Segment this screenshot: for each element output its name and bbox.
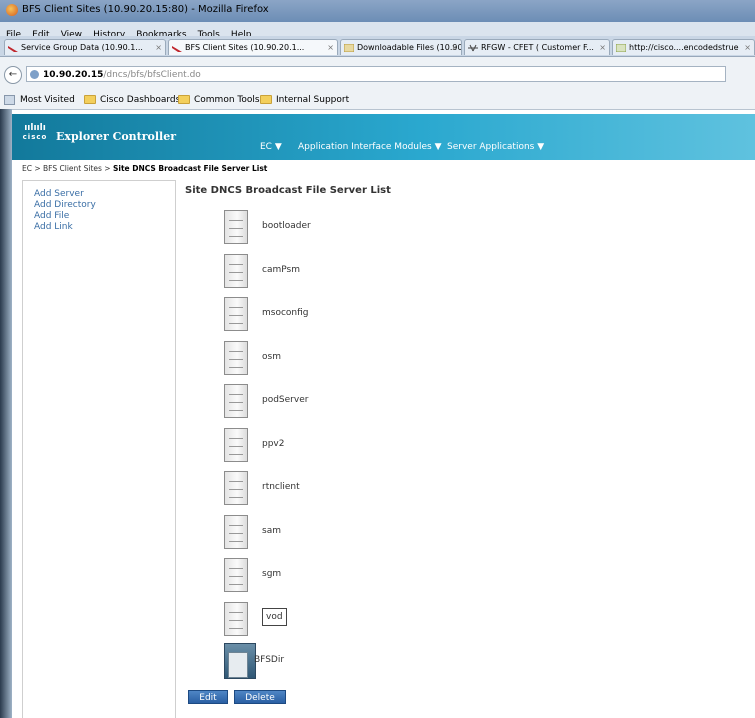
- bookmarks-bar: Most Visited Cisco Dashboards Common Too…: [0, 91, 755, 110]
- bookmark-cisco-dashboards[interactable]: Cisco Dashboards: [84, 94, 180, 106]
- tab-close-icon[interactable]: ×: [155, 40, 162, 55]
- server-icon: [224, 602, 248, 636]
- url-path: /dncs/bfs/bfsClient.do: [103, 70, 201, 80]
- address-bar[interactable]: 10.90.20.15/dncs/bfs/bfsClient.do: [26, 66, 726, 82]
- tab-rfgw-cfet[interactable]: RFGW - CFET ( Customer F... ×: [464, 39, 610, 55]
- cisco-tab-icon: [172, 46, 182, 52]
- tab-bfs-client-sites[interactable]: BFS Client Sites (10.90.20.1... ×: [168, 39, 338, 55]
- page-tab-icon: [616, 44, 626, 52]
- folder-icon: [260, 95, 272, 104]
- tab-close-icon[interactable]: ×: [327, 40, 334, 55]
- url-host: 10.90.20.15: [43, 70, 104, 80]
- server-icon: [224, 558, 248, 592]
- cisco-bars-icon: ıılıılı: [24, 123, 46, 133]
- page-tab-icon: [344, 44, 354, 52]
- server-name: sam: [262, 526, 281, 536]
- firefox-icon: [6, 4, 18, 16]
- server-icon: [224, 297, 248, 331]
- server-icon: [224, 210, 248, 244]
- folder-icon: [84, 95, 96, 104]
- title-bar: BFS Client Sites (10.90.20.15:80) - Mozi…: [0, 0, 755, 22]
- server-icon: [224, 471, 248, 505]
- breadcrumb: EC > BFS Client Sites > Site DNCS Broadc…: [22, 164, 268, 173]
- window-title: BFS Client Sites (10.90.20.15:80) - Mozi…: [22, 4, 269, 15]
- rfgw-tab-icon: [468, 44, 478, 52]
- tab-bar: Service Group Data (10.90.1... × BFS Cli…: [0, 36, 755, 57]
- tab-close-icon[interactable]: ×: [599, 40, 606, 55]
- server-name: podServer: [262, 395, 309, 405]
- add-link-link[interactable]: Add Link: [34, 222, 175, 233]
- add-server-link[interactable]: Add Server: [34, 189, 175, 200]
- bookmark-internal-support[interactable]: Internal Support: [260, 94, 349, 106]
- tab-close-icon[interactable]: ×: [451, 40, 458, 55]
- edit-button[interactable]: Edit: [188, 690, 228, 704]
- tab-cisco-encoded[interactable]: http://cisco....encodedstrue ×: [612, 39, 755, 55]
- bookmark-most-visited[interactable]: Most Visited: [4, 94, 75, 106]
- page-title: Site DNCS Broadcast File Server List: [185, 185, 391, 196]
- server-icon: [224, 515, 248, 549]
- server-icon: [224, 384, 248, 418]
- app-title: Explorer Controller: [56, 130, 177, 143]
- app-header: ıılıılı cisco Explorer Controller EC ▼ A…: [12, 114, 755, 160]
- navigation-bar: ← 10.90.20.15/dncs/bfs/bfsClient.do: [0, 57, 755, 92]
- tab-downloadable-files[interactable]: Downloadable Files (10.90.... ×: [340, 39, 462, 55]
- delete-button[interactable]: Delete: [234, 690, 286, 704]
- cisco-tab-icon: [8, 46, 18, 52]
- nav-ec-menu[interactable]: EC ▼: [260, 142, 282, 152]
- browser-window: BFS Client Sites (10.90.20.15:80) - Mozi…: [0, 0, 755, 718]
- nav-server-apps-menu[interactable]: Server Applications ▼: [447, 142, 544, 152]
- server-name: msoconfig: [262, 308, 309, 318]
- tab-close-icon[interactable]: ×: [744, 40, 751, 55]
- tab-service-group[interactable]: Service Group Data (10.90.1... ×: [4, 39, 166, 55]
- actions-panel: Add Server Add Directory Add File Add Li…: [22, 180, 176, 718]
- server-name: camPsm: [262, 265, 300, 275]
- server-icon: [224, 428, 248, 462]
- server-name: osm: [262, 352, 281, 362]
- breadcrumb-current: Site DNCS Broadcast File Server List: [112, 164, 268, 173]
- server-icon: [224, 254, 248, 288]
- globe-icon: [30, 70, 39, 79]
- window-edge: [0, 109, 12, 718]
- add-directory-link[interactable]: Add Directory: [34, 200, 175, 211]
- most-visited-icon: [4, 95, 15, 105]
- directory-icon: [224, 643, 256, 679]
- server-name: bootloader: [262, 221, 311, 231]
- nav-aim-menu[interactable]: Application Interface Modules ▼: [298, 142, 442, 152]
- cisco-logo: ıılıılı cisco: [20, 123, 50, 142]
- server-name: rtnclient: [262, 482, 300, 492]
- menu-bar: File Edit View History Bookmarks Tools H…: [0, 22, 755, 40]
- add-file-link[interactable]: Add File: [34, 211, 175, 222]
- back-button[interactable]: ←: [4, 66, 22, 84]
- directory-name: BFSDir: [254, 655, 285, 665]
- bookmark-common-tools[interactable]: Common Tools: [178, 94, 260, 106]
- server-name: ppv2: [262, 439, 285, 449]
- folder-icon: [178, 95, 190, 104]
- server-icon: [224, 341, 248, 375]
- server-name: sgm: [262, 569, 282, 579]
- server-name: vod: [262, 608, 287, 626]
